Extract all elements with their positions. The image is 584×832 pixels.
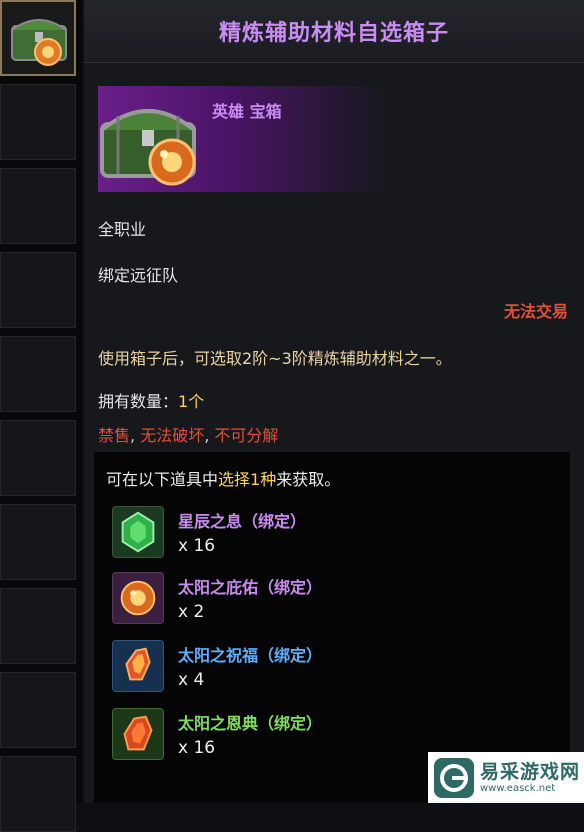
site-logo-icon bbox=[434, 757, 474, 798]
reward-count: x 4 bbox=[178, 670, 205, 690]
tooltip-title-bar: 精炼辅助材料自选箱子 bbox=[84, 0, 584, 63]
restriction-no-destroy: 无法破坏 bbox=[140, 426, 205, 445]
item-description: 使用箱子后，可选取2阶~3阶精炼辅助材料之一。 bbox=[98, 349, 452, 368]
reward-name: 星辰之息（绑定） bbox=[178, 512, 307, 531]
sun-grace-icon bbox=[112, 708, 164, 760]
owned-quantity: 拥有数量：1个 bbox=[98, 388, 204, 412]
item-restrictions: 禁售, 无法破坏, 不可分解 bbox=[98, 422, 278, 446]
watermark-url: www.easck.net bbox=[480, 782, 556, 794]
reward-count: x 16 bbox=[178, 536, 216, 556]
watermark-name: 易采游戏网 bbox=[480, 760, 581, 783]
class-restriction: 全职业 bbox=[98, 220, 147, 239]
owned-quantity-label: 拥有数量： bbox=[98, 392, 179, 411]
restriction-separator: , bbox=[204, 426, 215, 445]
orange-gem-icon bbox=[112, 572, 164, 624]
owned-quantity-value: 1个 bbox=[178, 392, 205, 411]
trade-status: 无法交易 bbox=[503, 302, 568, 321]
sun-blessing-icon bbox=[112, 640, 164, 692]
binding-type: 绑定远征队 bbox=[98, 266, 179, 285]
inventory-slot[interactable] bbox=[0, 672, 76, 748]
reward-name: 太阳之庇佑（绑定） bbox=[178, 578, 323, 597]
green-gem-icon bbox=[112, 506, 164, 558]
item-tooltip-panel: 精炼辅助材料自选箱子 英雄 宝箱 全职业 绑定远征队 无法交易 使用箱子后，可选… bbox=[84, 0, 584, 803]
reward-option[interactable]: 星辰之息（绑定） x 16 bbox=[112, 506, 562, 570]
choice-header-prefix: 可在以下道具中 bbox=[106, 470, 219, 489]
inventory-slot-selected[interactable] bbox=[0, 0, 76, 76]
inventory-slot[interactable] bbox=[0, 336, 76, 412]
choice-header-suffix: 来获取。 bbox=[276, 470, 341, 489]
inventory-slot[interactable] bbox=[0, 420, 76, 496]
choice-header: 可在以下道具中选择1种来获取。 bbox=[106, 466, 340, 490]
treasure-chest-icon bbox=[11, 19, 67, 66]
reward-option[interactable]: 太阳之庇佑（绑定） x 2 bbox=[112, 572, 562, 636]
item-title: 精炼辅助材料自选箱子 bbox=[218, 21, 449, 46]
inventory-slot[interactable] bbox=[0, 588, 76, 664]
inventory-slot[interactable] bbox=[0, 756, 76, 832]
reward-count: x 16 bbox=[178, 738, 216, 758]
inventory-slot[interactable] bbox=[0, 504, 76, 580]
reward-name: 太阳之恩典（绑定） bbox=[178, 714, 323, 733]
inventory-slot-column bbox=[0, 0, 82, 832]
inventory-slot[interactable] bbox=[0, 168, 76, 244]
item-rarity: 英雄 宝箱 bbox=[212, 102, 282, 121]
treasure-chest-icon bbox=[100, 109, 196, 186]
site-watermark: 易采游戏网 www.easck.net bbox=[428, 752, 584, 803]
reward-option[interactable]: 太阳之祝福（绑定） x 4 bbox=[112, 640, 562, 704]
restriction-no-dismantle: 不可分解 bbox=[214, 426, 279, 445]
reward-count: x 2 bbox=[178, 602, 205, 622]
restriction-separator: , bbox=[130, 426, 141, 445]
restriction-no-sale: 禁售 bbox=[98, 426, 131, 445]
reward-choice-box: 可在以下道具中选择1种来获取。 星辰之息（绑定） x 16 太阳之庇佑（绑定） … bbox=[94, 452, 570, 803]
inventory-slot[interactable] bbox=[0, 84, 76, 160]
inventory-slot[interactable] bbox=[0, 252, 76, 328]
choice-header-highlight: 选择1种 bbox=[218, 470, 277, 489]
reward-name: 太阳之祝福（绑定） bbox=[178, 646, 323, 665]
